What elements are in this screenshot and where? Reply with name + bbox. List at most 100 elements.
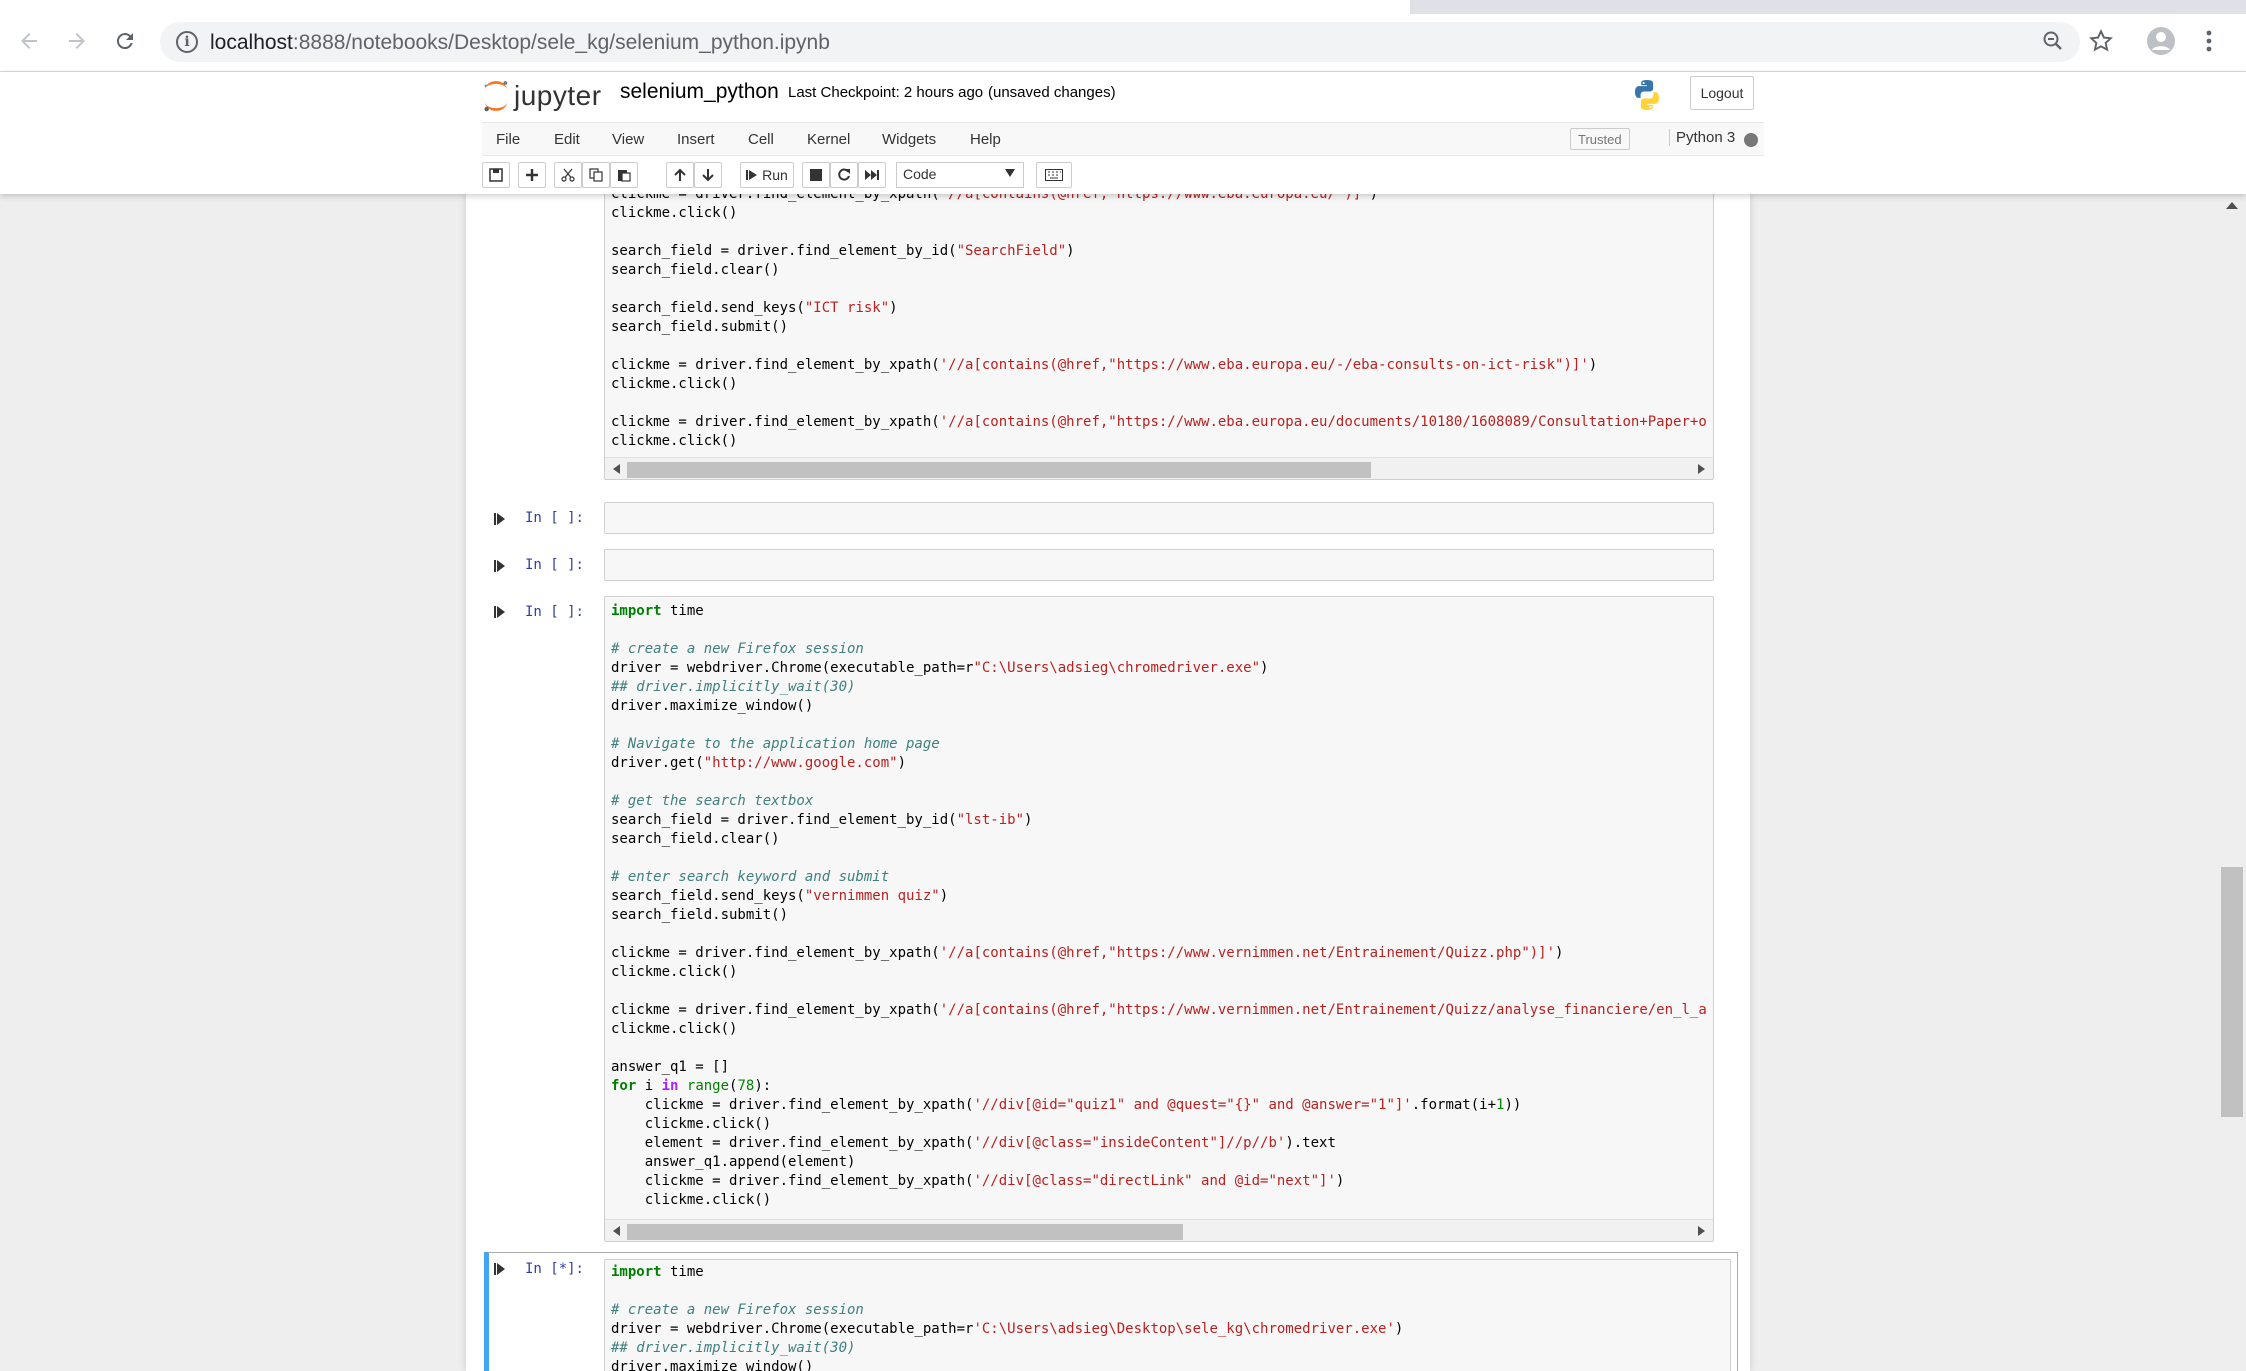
move-down-button[interactable] — [694, 162, 722, 188]
scrollbar-thumb[interactable] — [627, 462, 1371, 478]
menu-file[interactable]: File — [496, 131, 520, 148]
input-prompt: In [ ]: — [524, 510, 584, 526]
menu-insert[interactable]: Insert — [677, 131, 715, 148]
code-line: # create a new Firefox session — [611, 641, 864, 657]
restart-icon — [838, 168, 850, 181]
code-cell[interactable]: In [ ]: — [480, 549, 1736, 583]
restart-run-all-button[interactable] — [858, 162, 886, 188]
menu-view[interactable]: View — [612, 131, 644, 148]
notebook-container: clickme = driver.find_element_by_xpath('… — [466, 194, 1750, 1371]
cut-button[interactable] — [554, 162, 582, 188]
scroll-left-arrow-icon[interactable] — [613, 464, 620, 474]
kernel-name[interactable]: Python 3 — [1669, 129, 1735, 146]
code-line: # enter search keyword and submit — [611, 869, 890, 885]
menu-cell[interactable]: Cell — [748, 131, 774, 148]
code-line: clickme = driver.find_element_by_xpath('… — [611, 945, 1564, 961]
profile-avatar-icon[interactable] — [2144, 24, 2178, 58]
code-text[interactable]: import time # create a new Firefox sessi… — [605, 597, 1713, 1210]
bookmark-star-icon[interactable] — [2084, 24, 2118, 58]
code-line: # Navigate to the application home page — [611, 736, 940, 752]
logout-button[interactable]: Logout — [1690, 76, 1754, 110]
code-line: clickme = driver.find_element_by_xpath('… — [611, 1173, 1345, 1189]
code-cell[interactable]: In [ ]: — [480, 502, 1736, 536]
code-text[interactable]: clickme = driver.find_element_by_xpath('… — [605, 194, 1713, 451]
cell-type-select[interactable]: Code — [896, 162, 1024, 188]
code-line: clickme = driver.find_element_by_xpath('… — [611, 1002, 1707, 1018]
code-line: for i in range(78): — [611, 1078, 772, 1094]
interrupt-button[interactable] — [802, 162, 830, 188]
arrow-up-icon — [674, 168, 686, 181]
menu-kernel[interactable]: Kernel — [807, 131, 850, 148]
code-line: import time — [611, 603, 704, 619]
run-button[interactable]: Run — [740, 162, 794, 188]
reload-icon[interactable] — [108, 24, 142, 58]
menu-widgets[interactable]: Widgets — [882, 131, 936, 148]
scissors-icon — [561, 168, 575, 182]
forward-arrow-icon[interactable] — [60, 24, 94, 58]
scroll-right-arrow-icon[interactable] — [1698, 1226, 1705, 1236]
code-line: driver = webdriver.Chrome(executable_pat… — [611, 1321, 1404, 1337]
jupyter-logo[interactable]: jupyter — [482, 76, 602, 116]
scrollbar-thumb[interactable] — [2221, 867, 2243, 1117]
keyboard-icon — [1045, 169, 1063, 181]
save-button[interactable] — [482, 162, 510, 188]
code-editor[interactable] — [604, 502, 1714, 534]
code-line: answer_q1.append(element) — [611, 1154, 856, 1170]
trusted-badge[interactable]: Trusted — [1570, 128, 1630, 150]
url-host: localhost — [210, 31, 293, 54]
restart-kernel-button[interactable] — [830, 162, 858, 188]
code-editor[interactable] — [604, 549, 1714, 581]
code-line: clickme = driver.find_element_by_xpath('… — [611, 194, 1379, 202]
paste-icon — [618, 170, 631, 182]
insert-cell-button[interactable] — [518, 162, 546, 188]
browser-menu-icon[interactable] — [2192, 24, 2226, 58]
code-line: search_field.clear() — [611, 262, 780, 278]
notebook-name[interactable]: selenium_python — [620, 80, 779, 104]
menu-edit[interactable]: Edit — [554, 131, 580, 148]
zoom-icon[interactable] — [2036, 24, 2070, 58]
copy-icon — [589, 168, 603, 182]
notebook-toolbar: Run Code — [482, 162, 1764, 192]
page-vertical-scrollbar[interactable] — [2218, 194, 2246, 1371]
active-tab[interactable] — [0, 0, 1410, 14]
scroll-right-arrow-icon[interactable] — [1698, 464, 1705, 474]
save-icon — [489, 168, 503, 182]
code-line: clickme = driver.find_element_by_xpath('… — [611, 357, 1598, 373]
code-editor[interactable]: import time # create a new Firefox sessi… — [604, 1259, 1731, 1371]
horizontal-scrollbar[interactable] — [605, 457, 1713, 479]
move-up-button[interactable] — [666, 162, 694, 188]
address-bar[interactable]: i localhost:8888/notebooks/Desktop/sele_… — [160, 22, 2080, 62]
code-cell[interactable]: In [ ]: import time # create a new Firef… — [480, 596, 1736, 1246]
jupyter-logo-text: jupyter — [514, 80, 602, 111]
back-arrow-icon[interactable] — [12, 24, 46, 58]
info-icon[interactable]: i — [176, 31, 198, 53]
code-editor[interactable]: import time # create a new Firefox sessi… — [604, 596, 1714, 1242]
url-text: localhost:8888/notebooks/Desktop/sele_kg… — [210, 31, 830, 55]
scroll-left-arrow-icon[interactable] — [613, 1226, 620, 1236]
fast-forward-icon — [865, 170, 879, 180]
scrollbar-thumb[interactable] — [627, 1224, 1183, 1240]
chevron-down-icon — [1005, 169, 1015, 177]
code-cell[interactable]: clickme = driver.find_element_by_xpath('… — [480, 194, 1736, 484]
plus-icon — [526, 169, 538, 181]
horizontal-scrollbar[interactable] — [605, 1219, 1713, 1241]
copy-button[interactable] — [582, 162, 610, 188]
menu-help[interactable]: Help — [970, 131, 1001, 148]
code-cell-selected[interactable]: In [*]: import time # create a new Firef… — [488, 1252, 1738, 1371]
paste-button[interactable] — [610, 162, 638, 188]
code-line: clickme.click() — [611, 205, 738, 221]
code-line: clickme.click() — [611, 1192, 772, 1208]
scroll-up-arrow-icon[interactable] — [2226, 202, 2238, 209]
arrow-down-icon — [702, 169, 714, 182]
code-line: search_field = driver.find_element_by_id… — [611, 812, 1033, 828]
unsaved-changes-indicator: (unsaved changes) — [988, 84, 1116, 101]
command-palette-button[interactable] — [1036, 162, 1072, 188]
code-text[interactable]: import time # create a new Firefox sessi… — [605, 1260, 1730, 1371]
code-editor[interactable]: clickme = driver.find_element_by_xpath('… — [604, 194, 1714, 480]
